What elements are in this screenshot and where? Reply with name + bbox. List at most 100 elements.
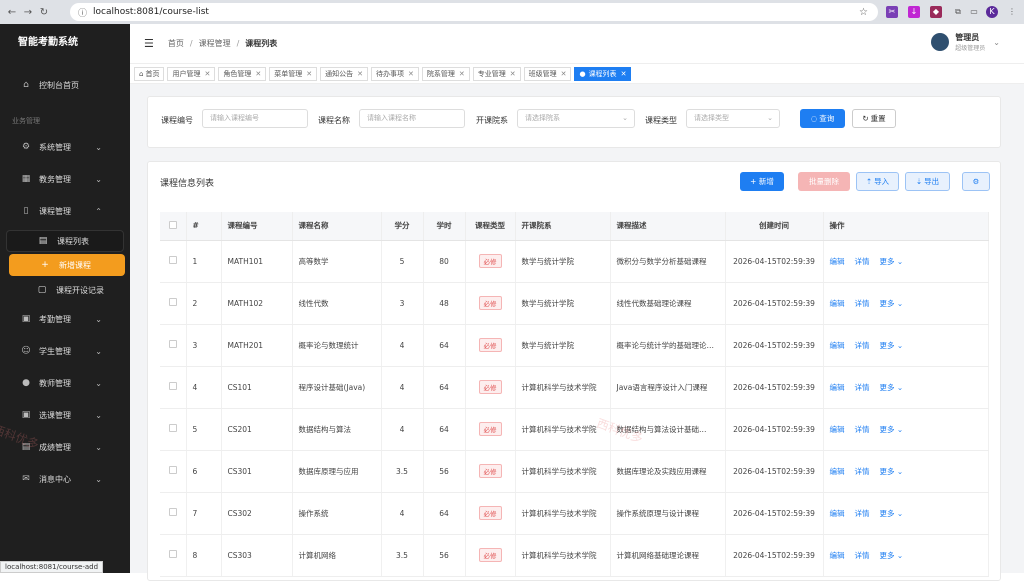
close-icon[interactable]: ✕: [204, 70, 210, 78]
more-dropdown[interactable]: 更多 ⌄: [880, 341, 904, 350]
sidebar-item-student[interactable]: ☺ 学生管理 ⌄: [0, 340, 130, 362]
browser-menu-icon[interactable]: ⋮: [1006, 6, 1018, 18]
back-icon[interactable]: ←: [4, 7, 20, 18]
tag-class-mgmt[interactable]: 班级管理✕: [524, 67, 572, 81]
extension-icon[interactable]: ✂: [886, 6, 898, 18]
tag-todo[interactable]: 待办事项✕: [371, 67, 419, 81]
more-dropdown[interactable]: 更多 ⌄: [880, 383, 904, 392]
row-checkbox[interactable]: [169, 298, 177, 306]
department-select[interactable]: 请选择院系⌄: [517, 109, 635, 128]
site-info-icon[interactable]: ⓘ: [78, 6, 87, 19]
profile-avatar-icon[interactable]: K: [986, 6, 998, 18]
edit-link[interactable]: 编辑: [830, 257, 845, 266]
bookmark-star-icon[interactable]: ☆: [859, 7, 868, 18]
close-icon[interactable]: ✕: [357, 70, 363, 78]
select-all-checkbox[interactable]: [169, 221, 177, 229]
more-dropdown[interactable]: 更多 ⌄: [880, 299, 904, 308]
sidebar-subitem-course-records[interactable]: ▢ 课程开设记录: [6, 279, 124, 301]
close-icon[interactable]: ✕: [510, 70, 516, 78]
breadcrumb-home[interactable]: 首页: [168, 38, 184, 49]
sidebar-item-messages[interactable]: ✉ 消息中心 ⌄: [0, 468, 130, 490]
reload-icon[interactable]: ↻: [36, 7, 52, 18]
sidebar-item-selection[interactable]: ▣ 选课管理 ⌄: [0, 404, 130, 426]
table-row: 3MATH201概率论与数理统计464必修数学与统计学院概率论与统计学的基础理论…: [160, 324, 989, 366]
table-cell: 编辑 详情 更多 ⌄: [823, 324, 989, 366]
row-checkbox[interactable]: [169, 340, 177, 348]
detail-link[interactable]: 详情: [855, 551, 870, 560]
sidebar-item-attendance[interactable]: ▣ 考勤管理 ⌄: [0, 308, 130, 330]
tag-menu-mgmt[interactable]: 菜单管理✕: [269, 67, 317, 81]
menu-toggle-icon[interactable]: ☰: [144, 37, 154, 50]
detail-link[interactable]: 详情: [855, 341, 870, 350]
tag-dept-mgmt[interactable]: 院系管理✕: [422, 67, 470, 81]
more-dropdown[interactable]: 更多 ⌄: [880, 551, 904, 560]
tag-home[interactable]: ⌂首页: [134, 67, 164, 81]
add-button[interactable]: + 新增: [740, 172, 784, 191]
close-icon[interactable]: ✕: [255, 70, 261, 78]
row-checkbox[interactable]: [169, 466, 177, 474]
sidebar-item-system[interactable]: ⚙ 系统管理 ⌄: [0, 136, 130, 158]
edit-link[interactable]: 编辑: [830, 299, 845, 308]
import-button[interactable]: ⇡导入: [856, 172, 899, 191]
edit-link[interactable]: 编辑: [830, 509, 845, 518]
close-icon[interactable]: ✕: [561, 70, 567, 78]
forward-icon[interactable]: →: [20, 7, 36, 18]
credit-cell: 4: [381, 408, 423, 450]
more-dropdown[interactable]: 更多 ⌄: [880, 257, 904, 266]
close-icon[interactable]: ✕: [306, 70, 312, 78]
detail-link[interactable]: 详情: [855, 509, 870, 518]
table-cell: [160, 492, 186, 534]
breadcrumb-course-mgmt[interactable]: 课程管理: [199, 38, 231, 49]
hours-cell: 64: [423, 492, 465, 534]
more-dropdown[interactable]: 更多 ⌄: [880, 425, 904, 434]
column-settings-button[interactable]: ⚙: [962, 172, 990, 191]
detail-link[interactable]: 详情: [855, 257, 870, 266]
row-checkbox[interactable]: [169, 424, 177, 432]
course-code-input[interactable]: 请输入课程编号: [202, 109, 308, 128]
extensions-puzzle-icon[interactable]: ⧉: [952, 6, 964, 18]
query-button[interactable]: ◌查询: [800, 109, 845, 128]
url-bar[interactable]: ⓘ localhost:8081/course-list ☆: [70, 3, 878, 21]
detail-link[interactable]: 详情: [855, 383, 870, 392]
sidebar-item-course[interactable]: ▯ 课程管理 ⌃: [0, 200, 130, 222]
row-checkbox[interactable]: [169, 550, 177, 558]
table-cell: [160, 240, 186, 282]
course-name-input[interactable]: 请输入课程名称: [359, 109, 465, 128]
extension-icon[interactable]: ↓: [908, 6, 920, 18]
edit-link[interactable]: 编辑: [830, 341, 845, 350]
close-icon[interactable]: ✕: [621, 70, 627, 78]
user-menu[interactable]: 管理员 超级管理员 ⌄: [931, 32, 1000, 52]
close-icon[interactable]: ✕: [459, 70, 465, 78]
tag-role-mgmt[interactable]: 角色管理✕: [218, 67, 266, 81]
sidebar-subitem-course-list[interactable]: ▤ 课程列表: [6, 230, 124, 252]
sidebar-item-teacher[interactable]: ● 教师管理 ⌄: [0, 372, 130, 394]
detail-link[interactable]: 详情: [855, 425, 870, 434]
reset-button[interactable]: ↻重置: [852, 109, 896, 128]
sidebar-subitem-course-add[interactable]: + 新增课程: [9, 254, 125, 276]
sidebar-item-dashboard[interactable]: ⌂ 控制台首页: [0, 74, 130, 96]
close-icon[interactable]: ✕: [408, 70, 414, 78]
edit-link[interactable]: 编辑: [830, 383, 845, 392]
edit-link[interactable]: 编辑: [830, 467, 845, 476]
edit-link[interactable]: 编辑: [830, 425, 845, 434]
edit-link[interactable]: 编辑: [830, 551, 845, 560]
sidebar-item-academic[interactable]: ▦ 教务管理 ⌄: [0, 168, 130, 190]
row-checkbox[interactable]: [169, 382, 177, 390]
more-dropdown[interactable]: 更多 ⌄: [880, 467, 904, 476]
course-type-select[interactable]: 请选择类型⌄: [686, 109, 780, 128]
row-checkbox[interactable]: [169, 256, 177, 264]
select-all-cell[interactable]: [160, 212, 186, 240]
tag-course-list[interactable]: ●课程列表✕: [574, 67, 631, 81]
batch-delete-button[interactable]: 批量删除: [798, 172, 850, 191]
extension-icon[interactable]: ◆: [930, 6, 942, 18]
tag-major-mgmt[interactable]: 专业管理✕: [473, 67, 521, 81]
more-dropdown[interactable]: 更多 ⌄: [880, 509, 904, 518]
row-checkbox[interactable]: [169, 508, 177, 516]
course-type-badge: 必修: [479, 548, 502, 562]
detail-link[interactable]: 详情: [855, 467, 870, 476]
export-button[interactable]: ⇣导出: [905, 172, 950, 191]
detail-link[interactable]: 详情: [855, 299, 870, 308]
tag-user-mgmt[interactable]: 用户管理✕: [167, 67, 215, 81]
side-panel-icon[interactable]: ▭: [968, 6, 980, 18]
tag-notice[interactable]: 通知公告✕: [320, 67, 368, 81]
